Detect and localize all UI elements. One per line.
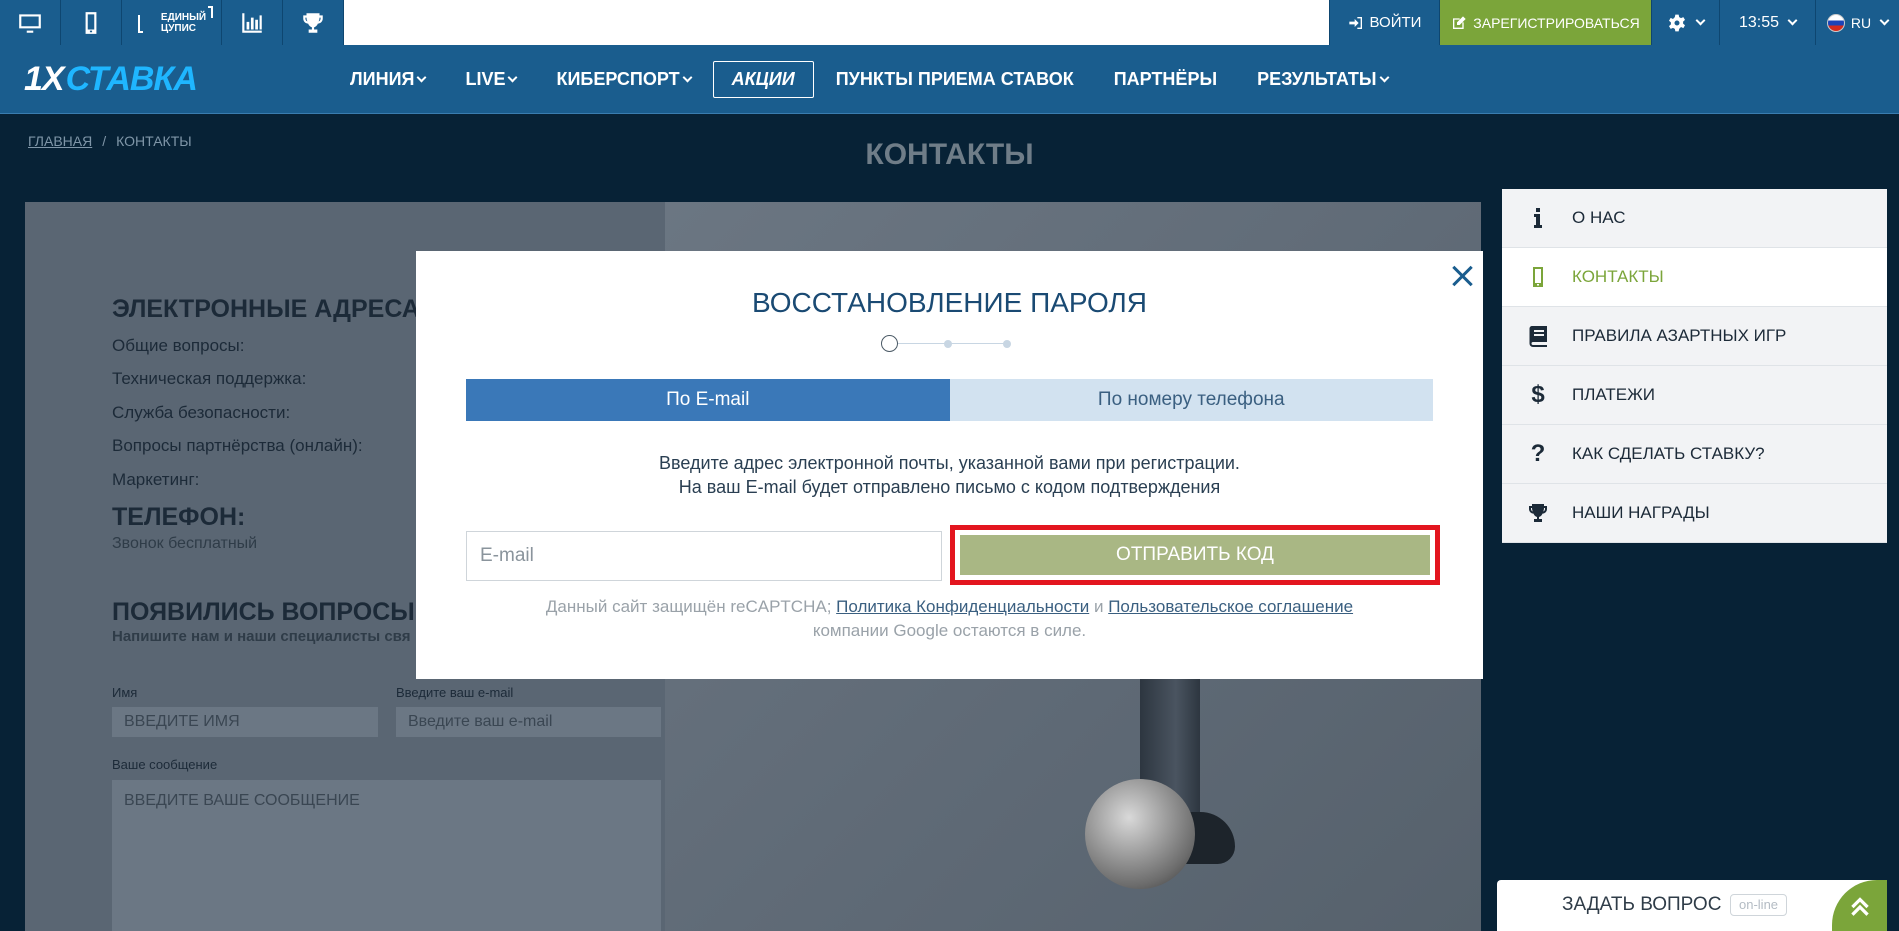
send-button-highlight: ОТПРАВИТЬ КОД [950, 525, 1440, 585]
privacy-policy-link[interactable]: Политика Конфиденциальности [836, 597, 1089, 616]
terms-of-service-link[interactable]: Пользовательское соглашение [1108, 597, 1353, 616]
recaptcha-prefix: Данный сайт защищён reCAPTCHA; [545, 597, 832, 616]
instructions-line2: На ваш E-mail будет отправлено письмо с … [678, 477, 1221, 497]
step-3 [1003, 340, 1011, 348]
recaptcha-and: и [1093, 597, 1104, 616]
instructions-line1: Введите адрес электронной почты, указанн… [659, 453, 1240, 473]
step-indicator [881, 335, 1016, 353]
recaptcha-suffix: компании Google остаются в силе. [812, 621, 1087, 640]
step-1-current [881, 335, 898, 352]
tab-by-phone[interactable]: По номеру телефона [949, 379, 1433, 421]
close-icon[interactable] [1450, 263, 1476, 289]
recovery-instructions: Введите адрес электронной почты, указанн… [416, 451, 1483, 499]
recovery-email-input[interactable] [466, 531, 942, 581]
send-code-button[interactable]: ОТПРАВИТЬ КОД [960, 535, 1430, 575]
step-line [897, 343, 1009, 344]
recaptcha-notice: Данный сайт защищён reCAPTCHA; Политика … [416, 595, 1483, 643]
step-2 [944, 340, 952, 348]
modal-title: ВОССТАНОВЛЕНИЕ ПАРОЛЯ [751, 287, 1148, 318]
password-recovery-modal: ВОССТАНОВЛЕНИЕ ПАРОЛЯ По E-mail По номер… [416, 251, 1483, 679]
recovery-method-tabs: По E-mail По номеру телефона [466, 379, 1433, 421]
tab-by-email[interactable]: По E-mail [466, 379, 950, 421]
